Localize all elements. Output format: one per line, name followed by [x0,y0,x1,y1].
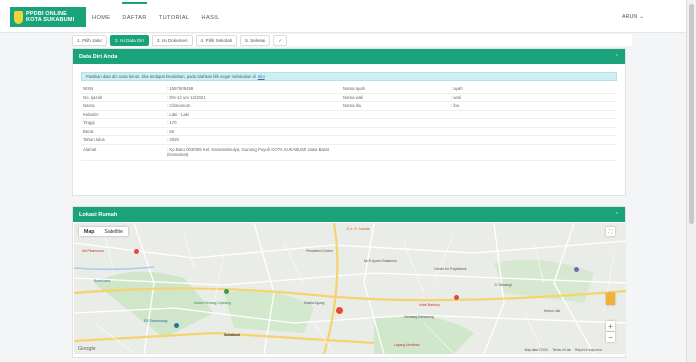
report-error-link[interactable]: Report a map error [575,348,602,352]
map-label: Kebon Jati [544,309,561,313]
table-row: Alamat : Kp.Baru 003/005 Kel. Karamatmul… [81,145,617,161]
table-row: NISN : 1597605499 Nama ayah : ayah [81,85,617,94]
map-label: Masjid Agung [304,301,325,305]
pegman-icon[interactable] [606,293,615,305]
field-value: : Cibeureum [167,103,191,109]
nav-tutorial[interactable]: TUTORIAL [159,15,190,21]
alert-text: Pastikan data diri anda benar. Jika terd… [86,74,256,79]
field-label: Nama ibu [343,103,362,109]
map-type-tabs: Map Satellite [79,227,128,236]
map-pin-icon[interactable] [224,289,229,294]
logo-emblem-icon [14,10,23,24]
field-label: Kelamin [83,111,99,117]
top-navbar: PPDBI ONLINE KOTA SUKABUMI HOME DAFTAR T… [0,0,686,33]
map-tab-satellite[interactable]: Satellite [99,227,127,236]
map-label: Lapang Merdeka [394,343,420,347]
chevron-up-icon[interactable]: ⌃ [615,54,619,60]
lokasi-header[interactable]: Lokasi Rumah ⌃ [73,207,625,222]
map-data-credit: Map data ©2021 [524,348,549,352]
map-label: Hotel Balcony [419,303,440,307]
map-pin-icon[interactable] [454,295,459,300]
zoom-in-button[interactable]: + [606,321,615,331]
info-alert: Pastikan data diri anda benar. Jika terd… [81,72,617,81]
map-attribution: Map data ©2021 Terms of Use Report a map… [525,348,602,352]
brand-line2: KOTA SUKABUMI [26,17,75,23]
map-pin-icon[interactable] [174,323,179,328]
field-value: : wali [451,94,461,100]
map-label: Sukabumi [224,333,241,337]
field-value: : DN-12 um 12/2021 [167,94,206,100]
field-value: : 2020 [167,137,179,143]
field-value: : 50 [167,128,175,134]
field-label: Berat [83,128,94,134]
zoom-out-button[interactable]: − [606,332,615,342]
field-label: Nama ayah [343,86,365,92]
data-diri-card: Data Diri Anda ⌃ Pastikan data diri anda… [72,48,626,196]
field-label: Nama wali [343,94,364,100]
map-label: Kolam Renang Cipelang [194,301,231,305]
chevron-down-icon: ⌄ [639,14,644,20]
field-label: Alamat [83,146,97,152]
map-label: Pesantren Durren [306,249,333,253]
map-tab-map[interactable]: Map [79,227,99,236]
lokasi-title: Lokasi Rumah [79,211,118,218]
field-label: No. Ijazah [83,94,103,100]
nav-home[interactable]: HOME [92,15,110,21]
map-label: Jl. Siliwangi [494,283,512,287]
step-pilih-jalur[interactable]: 1. Pilih Jalur [72,34,108,46]
map-label: Jl. Ir. H. Juanda [346,227,370,231]
page-scrollbar[interactable] [686,0,696,362]
table-row: Berat : 50 [81,128,617,136]
lokasi-card: Lokasi Rumah ⌃ Map Satellite ⛶ + − Jl. I… [72,206,626,358]
table-row: Tinggi : 170 [81,119,617,128]
step-selesai[interactable]: 5. Selesai [240,34,271,46]
field-label: Tahun lulus [83,137,105,143]
check-icon[interactable]: ✓ [273,34,288,46]
nav-daftar[interactable]: DAFTAR [122,2,148,21]
field-label: NISN [83,86,94,92]
map-label: RS Sekarwangi [144,319,168,323]
google-map[interactable]: Map Satellite ⛶ + − Jl. Ir. H. Juanda Pe… [74,223,626,354]
location-marker-icon[interactable] [336,307,343,314]
map-label: Ibit Pinamsura [82,249,104,253]
map-pin-icon[interactable] [574,267,579,272]
user-menu[interactable]: ARUN ⌄ [622,14,644,20]
data-diri-header[interactable]: Data Diri Anda ⌃ [73,49,625,64]
main-nav: HOME DAFTAR TUTORIAL HASIL [92,2,220,21]
field-label: Tinggi [83,120,95,126]
map-label: Bumi Lano [94,279,111,283]
alert-link[interactable]: Sini [258,74,265,79]
map-label: Nu'S Ayam Sukabumi [364,259,397,263]
table-row: Tahun lulus : 2020 [81,136,617,145]
data-diri-table: NISN : 1597605499 Nama ayah : ayah No. I… [81,85,617,161]
table-row: No. Ijazah : DN-12 um 12/2021 Nama wali … [81,94,617,102]
table-row: Nama : Cibeureum Nama ibu : ibu [81,102,617,111]
nav-hasil[interactable]: HASIL [202,15,220,21]
map-label: Center for Polykatonil [434,267,467,271]
step-pilih-sekolah[interactable]: 4. Pilih Sekolah [195,34,238,46]
field-value: : 1597605499 [167,86,194,92]
map-pin-icon[interactable] [134,249,139,254]
map-canvas[interactable] [74,223,626,354]
field-label: Nama [83,103,95,109]
step-isi-dokumen[interactable]: 3. Isi Dokumen [151,34,193,46]
step-tabs: 1. Pilih Jalur 2. Isi Data Diri 3. Isi D… [72,34,632,46]
field-value: : Laki - Laki [167,111,189,117]
step-isi-data-diri[interactable]: 2. Isi Data Diri [110,34,149,46]
alamat-value: : Kp.Baru 003/005 Kel. Karamatmulya, Gun… [167,146,329,157]
google-logo: Google [78,346,96,352]
table-row: Kelamin : Laki - Laki [81,111,617,119]
field-value: : ayah [451,86,463,92]
map-label: Gerbang Dehedung [404,315,434,319]
user-name: ARUN [622,14,638,20]
field-value: : 170 [167,120,177,126]
data-diri-title: Data Diri Anda [79,53,118,60]
field-value: : ibu [451,103,460,109]
terms-link[interactable]: Terms of Use [552,348,571,352]
brand-logo[interactable]: PPDBI ONLINE KOTA SUKABUMI [10,7,86,27]
chevron-up-icon[interactable]: ⌃ [615,212,619,218]
scrollbar-thumb[interactable] [689,4,694,224]
fullscreen-icon[interactable]: ⛶ [606,227,615,236]
